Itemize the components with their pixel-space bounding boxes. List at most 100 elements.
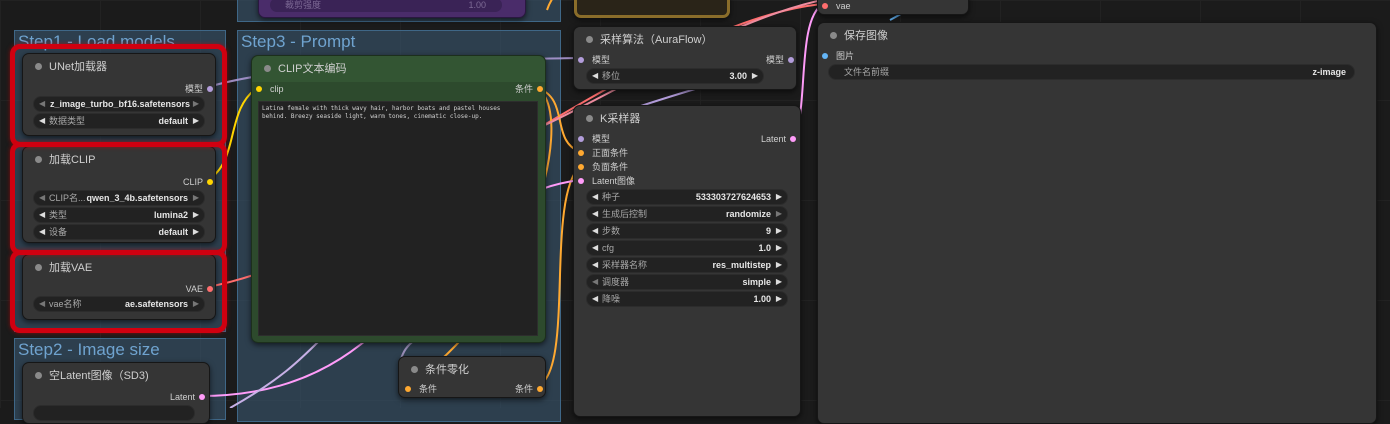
arrow-right-icon[interactable]: ▶ [776, 241, 782, 255]
collapse-dot-icon[interactable] [586, 115, 593, 122]
clip-port-icon[interactable] [256, 86, 262, 92]
ksampler-in-positive[interactable]: 正面条件 [578, 147, 628, 159]
ksampler-seed-label: 种子 [602, 192, 621, 202]
ksampler-node[interactable]: K采样器 模型 Latent 正面条件 负面条件 Latent图像 ◀ 种子 5… [573, 105, 801, 417]
empty-latent-node[interactable]: 空Latent图像（SD3) Latent [22, 362, 210, 424]
ksampler-scheduler-label: 调度器 [602, 277, 630, 287]
cond-port-icon[interactable] [578, 150, 584, 156]
arrow-left-icon[interactable]: ◀ [592, 292, 598, 306]
ksampler-in-latent[interactable]: Latent图像 [578, 175, 635, 187]
clip-encode-node[interactable]: CLIP文本编码 clip 条件 Latina female with thic… [251, 55, 546, 343]
save-image-node[interactable]: 保存图像 图片 文件名前缀 z-image [817, 22, 1377, 424]
ksampler-denoise-widget[interactable]: ◀ 降噪 1.00 ▶ [586, 291, 788, 307]
cond-zero-node[interactable]: 条件零化 条件 条件 [398, 356, 546, 398]
save-prefix-value: z-image [1312, 67, 1346, 77]
ksampler-in-negative[interactable]: 负面条件 [578, 161, 628, 173]
ksampler-scheduler-widget[interactable]: ◀ 调度器 simple ▶ [586, 274, 788, 290]
ksampler-sampler-widget[interactable]: ◀ 采样器名称 res_multistep ▶ [586, 257, 788, 273]
sampling-shift-label: 移位 [602, 71, 621, 81]
sampling-auraflow-node[interactable]: 采样算法（AuraFlow） 模型 模型 ◀ 移位 3.00 ▶ [573, 26, 797, 90]
latent-port-icon[interactable] [578, 178, 584, 184]
model-port-icon[interactable] [578, 57, 584, 63]
ksampler-seed-value: 533303727624653 [695, 192, 771, 202]
ksampler-steps-widget[interactable]: ◀ 步数 9 ▶ [586, 223, 788, 239]
save-image-header[interactable]: 保存图像 [818, 23, 1376, 49]
arrow-left-icon[interactable]: ◀ [592, 241, 598, 255]
ksampler-control-label: 生成后控制 [602, 209, 648, 219]
save-image-in-images[interactable]: 图片 [822, 50, 854, 62]
highlight-vae [10, 250, 227, 333]
ksampler-denoise-value: 1.00 [753, 294, 771, 304]
clip-encode-header[interactable]: CLIP文本编码 [252, 56, 545, 82]
arrow-left-icon[interactable]: ◀ [592, 190, 598, 204]
highlight-unet [10, 44, 227, 147]
ksampler-control-value: randomize [725, 209, 771, 219]
arrow-right-icon[interactable]: ▶ [776, 258, 782, 272]
cond-zero-in[interactable]: 条件 [405, 383, 437, 395]
arrow-left-icon[interactable]: ◀ [592, 69, 598, 83]
ksampler-cfg-label: cfg [602, 243, 615, 253]
ksampler-sampler-value: res_multistep [712, 260, 771, 270]
prompt-textarea[interactable]: Latina female with thick wavy hair, harb… [258, 101, 538, 336]
sampling-in-model[interactable]: 模型 [578, 54, 610, 66]
arrow-right-icon[interactable]: ▶ [752, 69, 758, 83]
arrow-left-icon[interactable]: ◀ [592, 207, 598, 221]
link-top-orange [546, 0, 553, 11]
model-port-icon[interactable] [578, 136, 584, 142]
ksampler-denoise-label: 降噪 [602, 294, 621, 304]
arrow-right-icon[interactable]: ▶ [776, 190, 782, 204]
latent-port-icon[interactable] [199, 394, 205, 400]
collapse-dot-icon[interactable] [35, 372, 42, 379]
vae-decode-node[interactable]: vae [817, 0, 969, 15]
model-port-icon[interactable] [788, 57, 794, 63]
link-step3-lavender [229, 339, 321, 408]
arrow-right-icon[interactable]: ▶ [776, 275, 782, 289]
vae-decode-in-vae[interactable]: vae [822, 0, 851, 12]
sampling-shift-value: 3.00 [729, 71, 747, 81]
image-port-icon[interactable] [822, 53, 828, 59]
highlight-clip [10, 142, 227, 255]
clip-encode-in-clip[interactable]: clip [256, 83, 284, 95]
ksampler-sampler-label: 采样器名称 [602, 260, 648, 270]
sampling-out-model[interactable]: 模型 [766, 54, 794, 66]
ksampler-out-latent[interactable]: Latent [761, 133, 796, 145]
vae-port-icon[interactable] [822, 3, 828, 9]
empty-latent-width-widget[interactable] [33, 405, 195, 421]
ksampler-scheduler-value: simple [742, 277, 771, 287]
collapse-dot-icon[interactable] [830, 32, 837, 39]
ksampler-cfg-value: 1.0 [758, 243, 771, 253]
arrow-left-icon[interactable]: ◀ [592, 275, 598, 289]
cond-port-icon[interactable] [537, 386, 543, 392]
collapse-dot-icon[interactable] [586, 36, 593, 43]
ksampler-control-widget[interactable]: ◀ 生成后控制 randomize ▶ [586, 206, 788, 222]
ksampler-cfg-widget[interactable]: ◀ cfg 1.0 ▶ [586, 240, 788, 256]
clip-encode-out-cond[interactable]: 条件 [515, 83, 543, 95]
arrow-left-icon[interactable]: ◀ [592, 224, 598, 238]
save-prefix-label: 文件名前缀 [844, 67, 890, 77]
sampling-shift-widget[interactable]: ◀ 移位 3.00 ▶ [586, 68, 764, 84]
arrow-left-icon[interactable]: ◀ [592, 258, 598, 272]
ksampler-title: K采样器 [600, 113, 641, 125]
ksampler-in-model[interactable]: 模型 [578, 133, 610, 145]
arrow-right-icon[interactable]: ▶ [776, 224, 782, 238]
cond-port-icon[interactable] [537, 86, 543, 92]
arrow-right-icon[interactable]: ▶ [776, 292, 782, 306]
cond-port-icon[interactable] [578, 164, 584, 170]
empty-latent-header[interactable]: 空Latent图像（SD3) [23, 363, 209, 389]
empty-latent-out[interactable]: Latent [170, 391, 205, 403]
save-image-title: 保存图像 [844, 30, 888, 42]
empty-latent-title: 空Latent图像（SD3) [49, 370, 149, 382]
ksampler-header[interactable]: K采样器 [574, 106, 800, 132]
sampling-title: 采样算法（AuraFlow） [600, 34, 713, 46]
clip-encode-title: CLIP文本编码 [278, 63, 347, 75]
collapse-dot-icon[interactable] [411, 366, 418, 373]
collapse-dot-icon[interactable] [264, 65, 271, 72]
arrow-right-icon[interactable]: ▶ [776, 207, 782, 221]
latent-port-icon[interactable] [790, 136, 796, 142]
cond-zero-header[interactable]: 条件零化 [399, 357, 545, 383]
save-prefix-field[interactable]: 文件名前缀 z-image [828, 64, 1355, 80]
cond-zero-out[interactable]: 条件 [515, 383, 543, 395]
ksampler-seed-widget[interactable]: ◀ 种子 533303727624653 ▶ [586, 189, 788, 205]
sampling-header[interactable]: 采样算法（AuraFlow） [574, 27, 796, 53]
cond-port-icon[interactable] [405, 386, 411, 392]
